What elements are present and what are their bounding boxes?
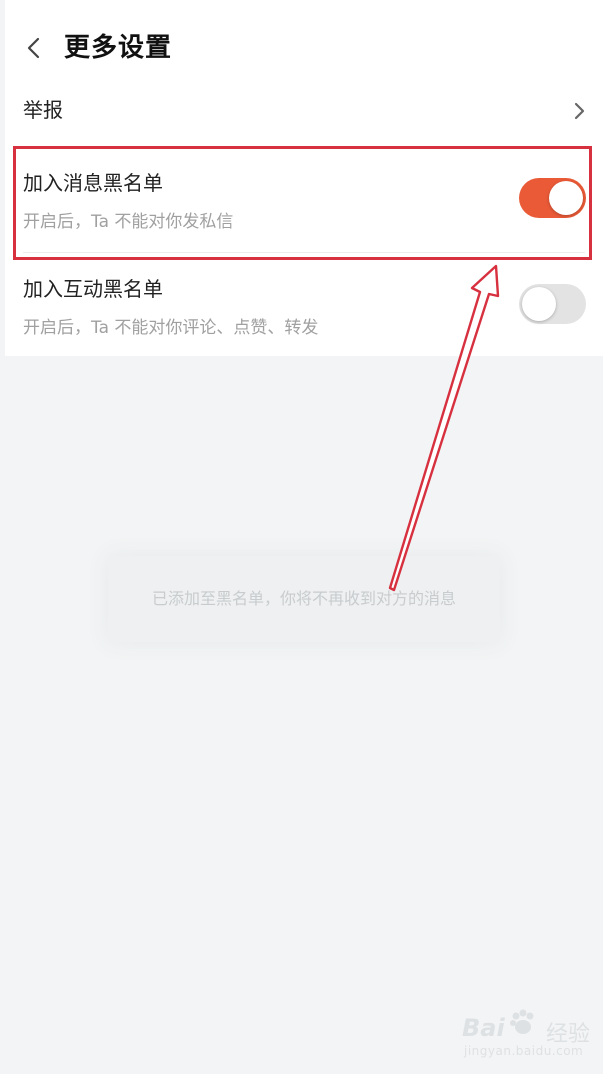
toast: 已添加至黑名单，你将不再收到对方的消息 <box>108 556 500 642</box>
message-blacklist-toggle[interactable] <box>519 178 586 218</box>
watermark-logo: Bai <box>462 1014 505 1042</box>
interaction-blacklist-row: 加入互动黑名单 开启后，Ta 不能对你评论、点赞、转发 <box>0 266 603 366</box>
watermark-url: jingyan.baidu.com <box>464 1044 584 1058</box>
back-button[interactable] <box>20 30 50 66</box>
divider <box>23 252 585 253</box>
interaction-blacklist-description: 开启后，Ta 不能对你评论、点赞、转发 <box>23 318 319 338</box>
message-blacklist-row: 加入消息黑名单 开启后，Ta 不能对你发私信 <box>0 160 603 260</box>
page-title: 更多设置 <box>64 33 173 63</box>
chevron-left-icon <box>27 37 40 59</box>
message-blacklist-title: 加入消息黑名单 <box>23 171 163 195</box>
report-row[interactable]: 举报 <box>0 90 603 132</box>
interaction-blacklist-toggle[interactable] <box>519 284 586 324</box>
toggle-knob <box>549 181 583 215</box>
baidu-jingyan-watermark: Bai 经验 jingyan.baidu.com <box>460 1006 600 1064</box>
report-label: 举报 <box>23 98 63 122</box>
interaction-blacklist-title: 加入互动黑名单 <box>23 277 163 301</box>
top-bar: 更多设置 <box>0 0 603 95</box>
message-blacklist-description: 开启后，Ta 不能对你发私信 <box>23 212 234 232</box>
paw-icon <box>510 1009 534 1034</box>
chevron-right-icon <box>574 102 585 120</box>
toast-message: 已添加至黑名单，你将不再收到对方的消息 <box>151 589 456 608</box>
toggle-knob <box>522 287 556 321</box>
